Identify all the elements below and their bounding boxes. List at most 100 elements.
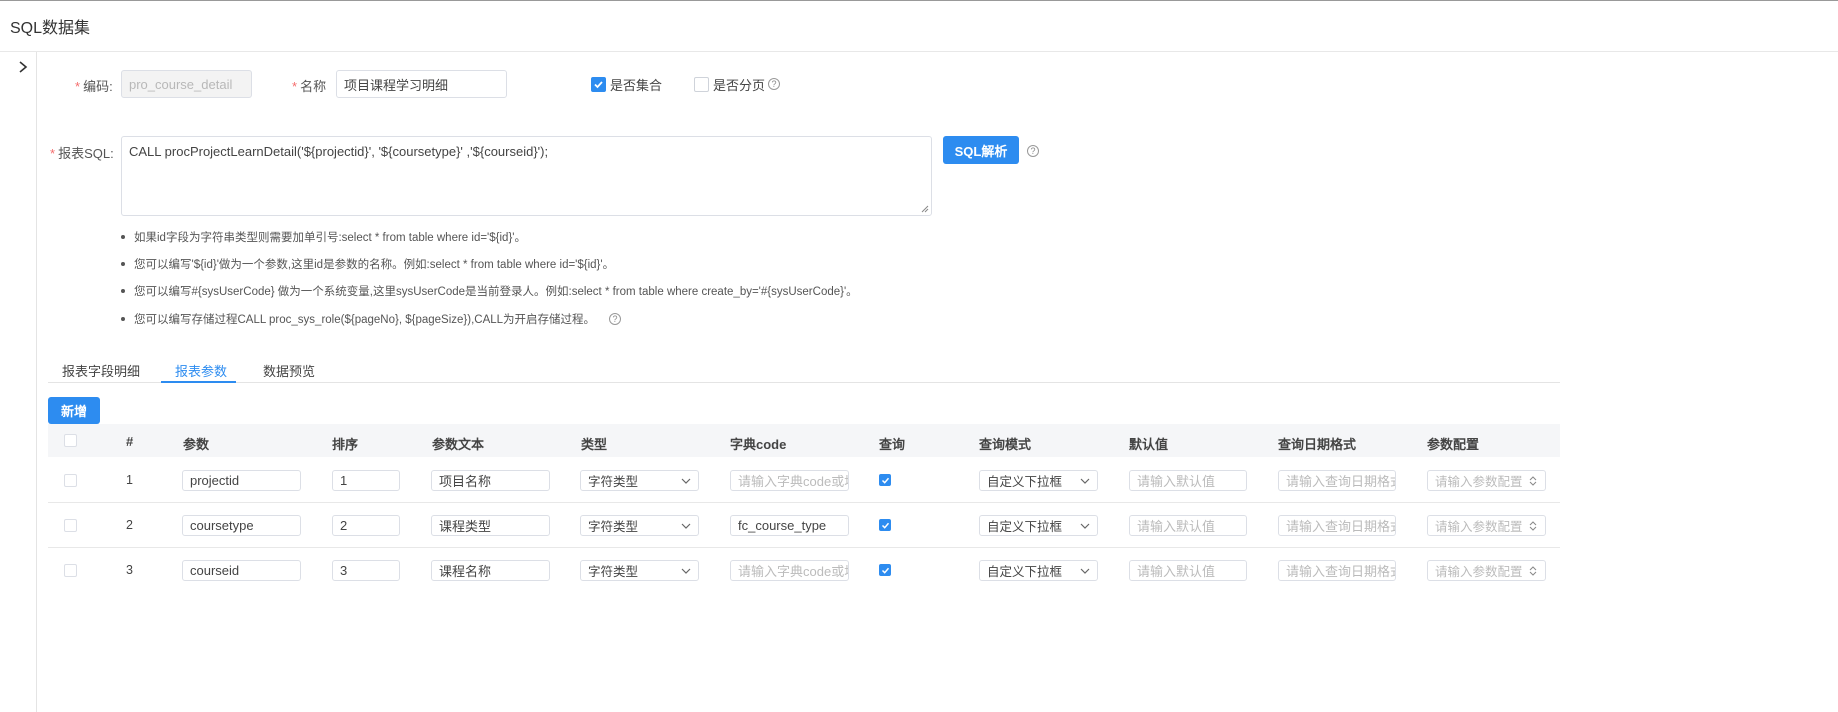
date-format-input[interactable]: 请输入查询日期格式 — [1278, 560, 1396, 581]
is-paged-checkbox[interactable] — [694, 77, 709, 92]
sql-textarea[interactable]: CALL procProjectLearnDetail('${projectid… — [121, 136, 932, 216]
column-header: 参数配置 — [1427, 437, 1480, 452]
sql-parse-button[interactable]: SQL解析 — [943, 136, 1019, 164]
row-checkbox[interactable] — [64, 519, 77, 532]
tab-report-params[interactable]: 报表参数 — [175, 361, 227, 380]
param-input[interactable]: coursetype — [182, 515, 301, 536]
bullet-icon — [121, 289, 125, 293]
sql-label: * 报表SQL: — [50, 143, 114, 162]
query-checkbox[interactable] — [879, 519, 891, 531]
default-value-input[interactable]: 请输入默认值 — [1129, 515, 1247, 536]
tip-item: 如果id字段为字符串类型则需要加单引号:select * from table … — [121, 229, 526, 245]
chevron-down-icon — [1080, 478, 1090, 484]
tip-text: 如果id字段为字符串类型则需要加单引号:select * from table … — [134, 232, 526, 244]
row-index: 1 — [126, 473, 133, 487]
sql-help-icon[interactable]: ? — [1027, 145, 1039, 157]
type-select[interactable]: 字符类型 — [580, 470, 699, 491]
tip-text: 您可以编写存储过程CALL proc_sys_role(${pageNo}, $… — [134, 314, 596, 326]
type-select-value: 字符类型 — [588, 475, 639, 489]
param-config-input[interactable]: 请输入参数配置 — [1427, 515, 1546, 536]
resize-grip-icon[interactable] — [921, 205, 929, 213]
paging-help-icon[interactable]: ? — [768, 78, 780, 90]
page-title: SQL数据集 — [10, 20, 91, 37]
is-paged-label: 是否分页 — [713, 78, 766, 93]
dict-code-input[interactable]: 请输入字典code或地 — [730, 470, 849, 491]
param-config-input[interactable]: 请输入参数配置 — [1427, 470, 1546, 491]
column-header: 查询 — [879, 437, 906, 452]
param-text-input[interactable]: 课程名称 — [431, 560, 550, 581]
select-all-checkbox[interactable] — [64, 434, 77, 447]
procedure-help-icon[interactable]: ? — [609, 313, 622, 325]
query-mode-select[interactable]: 自定义下拉框 — [979, 470, 1098, 491]
param-config-input[interactable]: 请输入参数配置 — [1427, 560, 1546, 581]
required-mark: * — [75, 79, 81, 94]
expand-arrows-icon[interactable] — [1528, 475, 1538, 486]
check-icon — [881, 477, 889, 484]
default-value-input[interactable]: 请输入默认值 — [1129, 470, 1247, 491]
is-collection-label: 是否集合 — [610, 78, 663, 93]
check-icon — [881, 522, 889, 529]
query-checkbox[interactable] — [879, 474, 891, 486]
query-mode-select[interactable]: 自定义下拉框 — [979, 515, 1098, 536]
chevron-down-icon — [1080, 523, 1090, 529]
tip-item: 您可以编写'${id}'做为一个参数,这里id是参数的名称。例如:select … — [121, 256, 614, 272]
dict-code-input[interactable]: fc_course_type — [730, 515, 849, 536]
expand-chevron-icon[interactable] — [16, 60, 30, 74]
row-checkbox[interactable] — [64, 564, 77, 577]
is-collection-option[interactable]: 是否集合 — [591, 75, 662, 94]
expand-arrows-icon[interactable] — [1528, 520, 1538, 531]
row-index: 2 — [126, 518, 133, 532]
tabs-divider — [48, 382, 1560, 383]
active-tab-indicator — [161, 381, 236, 383]
column-header: 字典code — [730, 437, 787, 452]
is-collection-checkbox[interactable] — [591, 77, 606, 92]
date-format-input[interactable]: 请输入查询日期格式 — [1278, 515, 1396, 536]
param-input[interactable]: projectid — [182, 470, 301, 491]
default-value-input[interactable]: 请输入默认值 — [1129, 560, 1247, 581]
order-input[interactable]: 1 — [332, 470, 400, 491]
param-input[interactable]: courseid — [182, 560, 301, 581]
bullet-icon — [121, 317, 125, 321]
name-input[interactable]: 项目课程学习明细 — [336, 70, 507, 98]
expand-arrows-icon[interactable] — [1528, 565, 1538, 576]
column-header: 查询日期格式 — [1278, 437, 1357, 452]
bullet-icon — [121, 262, 125, 266]
code-input[interactable]: pro_course_detail — [121, 70, 252, 98]
code-label-text: 编码: — [83, 79, 113, 94]
sql-text: CALL procProjectLearnDetail('${projectid… — [129, 144, 549, 159]
row-divider — [48, 547, 1560, 548]
dict-code-input[interactable]: 请输入字典code或地 — [730, 560, 849, 581]
sql-label-text: 报表SQL: — [58, 146, 114, 161]
title-bar — [0, 0, 1838, 52]
name-label: * 名称 — [292, 76, 326, 95]
is-paged-option[interactable]: 是否分页 — [694, 75, 765, 94]
column-header: 参数 — [183, 437, 210, 452]
row-checkbox[interactable] — [64, 474, 77, 487]
order-input[interactable]: 2 — [332, 515, 400, 536]
type-select-value: 字符类型 — [588, 520, 639, 534]
row-index: 3 — [126, 563, 133, 577]
type-select[interactable]: 字符类型 — [580, 515, 699, 536]
param-text-input[interactable]: 课程类型 — [431, 515, 550, 536]
column-header: 查询模式 — [979, 437, 1032, 452]
order-input[interactable]: 3 — [332, 560, 400, 581]
query-mode-value: 自定义下拉框 — [987, 520, 1063, 534]
param-config-placeholder: 请输入参数配置 — [1435, 475, 1523, 489]
chevron-down-icon — [681, 523, 691, 529]
name-label-text: 名称 — [300, 79, 327, 94]
column-header: 参数文本 — [432, 437, 485, 452]
query-mode-value: 自定义下拉框 — [987, 475, 1063, 489]
tip-text: 您可以编写'${id}'做为一个参数,这里id是参数的名称。例如:select … — [134, 259, 615, 271]
left-rail-divider — [36, 52, 37, 712]
add-button[interactable]: 新增 — [48, 397, 100, 424]
param-text-input[interactable]: 项目名称 — [431, 470, 550, 491]
tab-field-detail[interactable]: 报表字段明细 — [62, 361, 140, 380]
type-select[interactable]: 字符类型 — [580, 560, 699, 581]
date-format-input[interactable]: 请输入查询日期格式 — [1278, 470, 1396, 491]
query-mode-value: 自定义下拉框 — [987, 565, 1063, 579]
tab-data-preview[interactable]: 数据预览 — [263, 361, 315, 380]
check-icon — [881, 567, 889, 574]
query-mode-select[interactable]: 自定义下拉框 — [979, 560, 1098, 581]
column-header: # — [126, 434, 134, 449]
query-checkbox[interactable] — [879, 564, 891, 576]
